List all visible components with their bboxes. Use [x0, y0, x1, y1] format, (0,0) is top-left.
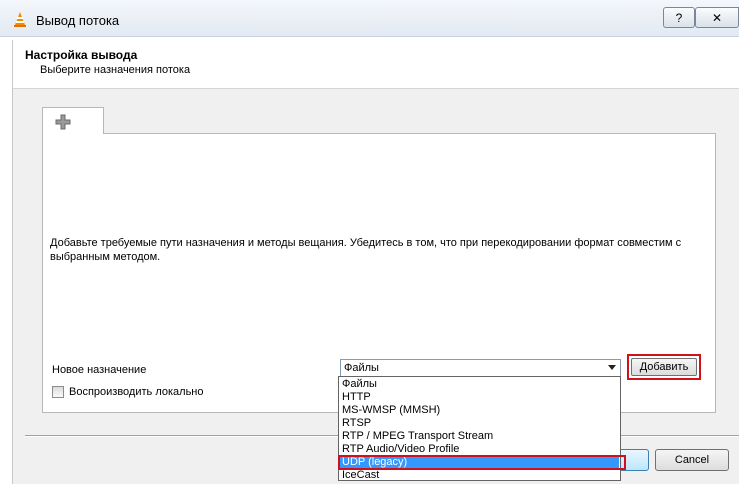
cancel-button[interactable]: Cancel — [655, 449, 729, 471]
dropdown-option[interactable]: Файлы — [340, 378, 619, 391]
help-button[interactable]: ? — [663, 7, 695, 28]
play-locally-label: Воспроизводить локально — [69, 386, 204, 398]
dropdown-option[interactable]: MS-WMSP (MMSH) — [340, 404, 619, 417]
wizard-header: Настройка вывода Выберите назначения пот… — [13, 40, 739, 89]
destination-select[interactable]: Файлы — [340, 359, 621, 377]
page-title: Настройка вывода — [25, 48, 138, 62]
dropdown-option-selected[interactable]: UDP (legacy) — [340, 456, 619, 469]
destination-label: Новое назначение — [52, 364, 147, 376]
chevron-down-icon — [608, 365, 616, 370]
tab-add-destination[interactable] — [42, 107, 104, 134]
play-locally-checkbox[interactable] — [52, 386, 64, 398]
destination-dropdown-list: Файлы HTTP MS-WMSP (MMSH) RTSP RTP / MPE… — [338, 376, 626, 482]
vlc-cone-icon — [14, 12, 26, 27]
destination-select-value: Файлы — [344, 362, 379, 374]
page-subtitle: Выберите назначения потока — [40, 64, 191, 76]
close-button[interactable]: ✕ — [695, 7, 739, 28]
plus-icon — [55, 114, 71, 130]
add-button[interactable]: Добавить — [631, 358, 697, 376]
window-title: Вывод потока — [36, 13, 120, 28]
panel-description: Добавьте требуемые пути назначения и мет… — [50, 237, 682, 263]
dropdown-option[interactable]: HTTP — [340, 391, 619, 404]
add-button-highlight: Добавить — [627, 354, 701, 380]
dropdown-option[interactable]: IceCast — [340, 469, 619, 482]
title-bar: Вывод потока ? ✕ — [0, 0, 739, 37]
dropdown-option[interactable]: RTP / MPEG Transport Stream — [340, 430, 619, 443]
dropdown-option[interactable]: RTP Audio/Video Profile — [340, 443, 619, 456]
destination-panel: Добавьте требуемые пути назначения и мет… — [42, 133, 716, 413]
dropdown-option[interactable]: RTSP — [340, 417, 619, 430]
